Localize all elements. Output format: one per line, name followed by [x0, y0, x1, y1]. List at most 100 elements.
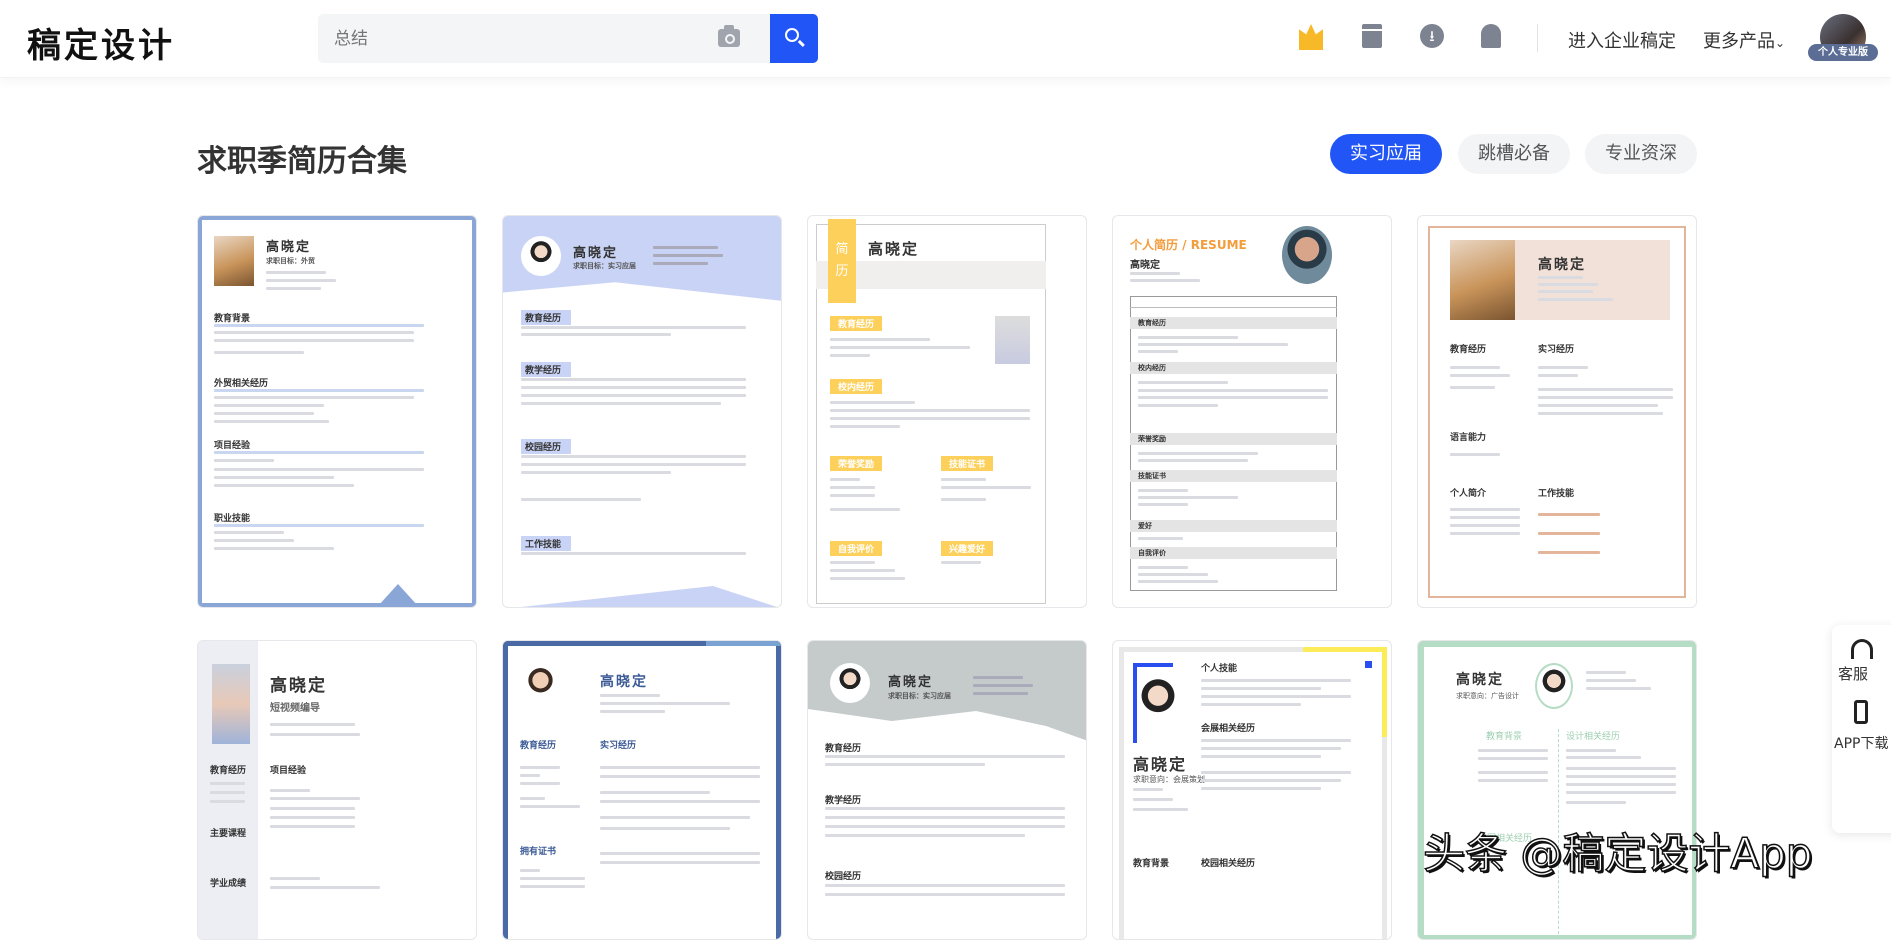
text-line-placeholder — [1138, 336, 1238, 339]
resume-photo — [1535, 663, 1573, 709]
text-line-placeholder — [520, 877, 585, 880]
text-line-placeholder — [1133, 808, 1188, 811]
text-line-placeholder — [521, 326, 746, 329]
vip-crown-icon[interactable] — [1299, 24, 1323, 50]
text-line-placeholder — [830, 354, 870, 357]
text-line-placeholder — [1538, 396, 1673, 399]
section-heading: 校内经历 — [1130, 362, 1337, 374]
text-line-placeholder — [1586, 687, 1651, 690]
tab-job-change[interactable]: 跳槽必备 — [1458, 134, 1570, 174]
text-line-placeholder — [1201, 695, 1351, 698]
text-line-placeholder — [1538, 513, 1600, 516]
text-line-placeholder — [825, 807, 1065, 810]
camera-icon[interactable] — [718, 25, 740, 47]
app-download-button[interactable]: APP下载 — [1832, 695, 1891, 765]
text-line-placeholder — [1566, 749, 1616, 752]
resume-name: 高晓定 — [270, 676, 327, 696]
text-line-placeholder — [521, 498, 641, 501]
resume-subtitle: 求职意向：广告设计 — [1456, 692, 1519, 700]
resume-template-card[interactable]: 简历 高晓定 教育经历 校内经历 荣誉奖励 技能证书 自我评价 兴趣爱好 — [807, 215, 1087, 608]
footer-band — [503, 586, 781, 607]
tab-internship[interactable]: 实习应届 — [1330, 134, 1442, 174]
text-line-placeholder — [1538, 366, 1588, 369]
text-line-placeholder — [830, 417, 1030, 420]
more-products-label: 更多产品 — [1703, 31, 1775, 52]
text-line-placeholder — [830, 409, 1030, 412]
text-line-placeholder — [1450, 532, 1520, 535]
section-heading: 教育经历 — [520, 741, 557, 751]
resume-template-card[interactable]: 高晓定 求职意向：会展策划 个人技能 会展相关经历 教育背景 校园相关经历 — [1112, 640, 1392, 940]
resume-template-card[interactable]: 高晓定 求职目标：实习应届 教育经历 教学经历 校园经历 工作技能 — [502, 215, 782, 608]
text-line-placeholder — [520, 805, 580, 808]
resume-name: 高晓定 — [1130, 260, 1160, 271]
text-line-placeholder — [214, 396, 414, 399]
text-line-placeholder — [214, 339, 414, 342]
text-line-placeholder — [830, 569, 895, 572]
text-line-placeholder — [1538, 388, 1673, 391]
text-line-placeholder — [1138, 503, 1188, 506]
enterprise-link[interactable]: 进入企业稿定 — [1568, 27, 1676, 53]
customer-service-button[interactable]: 客服 — [1832, 625, 1891, 695]
logo[interactable]: 稿定设计 — [27, 18, 175, 67]
text-line-placeholder — [830, 508, 900, 511]
gift-icon[interactable] — [1361, 24, 1383, 48]
search-icon — [785, 28, 799, 42]
text-line-placeholder — [214, 524, 424, 527]
resume-template-card[interactable]: 高晓定 求职意向：广告设计 教育背景 设计相关经历 校园相关经历 — [1417, 640, 1697, 940]
section-heading: 自我评价 — [1130, 547, 1337, 559]
download-icon[interactable]: ⭳ — [1420, 24, 1444, 48]
section-heading: 校园经历 — [825, 872, 862, 882]
text-line-placeholder — [600, 710, 665, 713]
text-line-placeholder — [830, 346, 970, 349]
text-line-placeholder — [520, 797, 545, 800]
text-line-placeholder — [600, 694, 660, 697]
text-line-placeholder — [520, 774, 540, 777]
section-heading: 个人技能 — [1201, 664, 1238, 674]
text-line-placeholder — [1138, 496, 1238, 499]
resume-template-card[interactable]: 高晓定 求职目标：外贸 教育背景 外贸相关经历 项目经验 职业技能 — [197, 215, 477, 608]
section-heading: 技能证书 — [941, 456, 994, 471]
section-heading: 校园相关经历 — [1201, 859, 1256, 869]
text-line-placeholder — [830, 577, 905, 580]
resume-template-card[interactable]: 高晓定 求职目标：实习应届 教育经历 教学经历 校园经历 — [807, 640, 1087, 940]
text-line-placeholder — [1538, 276, 1583, 279]
text-line-placeholder — [1130, 272, 1180, 275]
text-line-placeholder — [825, 834, 1025, 837]
section-heading: 主要课程 — [210, 829, 247, 839]
resume-photo — [1282, 226, 1332, 284]
text-line-placeholder — [1538, 290, 1593, 293]
text-line-placeholder — [1201, 755, 1321, 758]
text-line-placeholder — [1138, 381, 1228, 384]
text-line-placeholder — [270, 723, 355, 726]
text-line-placeholder — [1130, 279, 1200, 282]
tab-senior[interactable]: 专业资深 — [1585, 134, 1697, 174]
top-nav: 稿定设计 ⭳ 进入企业稿定 更多产品⌄ 个人专业版 — [0, 0, 1891, 78]
bell-icon[interactable] — [1481, 24, 1501, 48]
text-line-placeholder — [600, 800, 760, 803]
text-line-placeholder — [1566, 775, 1676, 778]
search-button[interactable] — [770, 14, 818, 63]
section-heading: 项目经验 — [270, 766, 307, 776]
resume-template-card[interactable]: 个人简历 / RESUME 高晓定 教育经历 校内经历 荣誉奖励 技能证书 爱好… — [1112, 215, 1392, 608]
text-line-placeholder — [270, 733, 360, 736]
text-line-placeholder — [210, 782, 245, 785]
text-line-placeholder — [830, 478, 860, 481]
search-input[interactable] — [334, 14, 714, 63]
resume-photo — [214, 236, 254, 286]
text-line-placeholder — [1566, 756, 1641, 759]
text-line-placeholder — [1138, 573, 1208, 576]
text-line-placeholder — [1138, 537, 1183, 540]
text-line-placeholder — [1586, 671, 1626, 674]
resume-template-card[interactable]: 高晓定 教育经历 实习经历 拥有证书 — [502, 640, 782, 940]
section-heading: 会展相关经历 — [1201, 724, 1256, 734]
text-line-placeholder — [214, 324, 424, 327]
resume-template-card[interactable]: 高晓定 教育经历 实习经历 语言能力 个人简介 工作技能 — [1417, 215, 1697, 608]
resume-template-card[interactable]: 高晓定 短视频编导 教育经历 主要课程 学业成绩 项目经验 — [197, 640, 477, 940]
watermark: 头条 @稿定设计App — [1422, 828, 1813, 879]
section-heading: 设计相关经历 — [1566, 732, 1621, 742]
resume-name: 高晓定 — [1456, 672, 1504, 688]
text-line-placeholder — [1201, 787, 1321, 790]
text-line-placeholder — [214, 389, 424, 392]
text-line-placeholder — [825, 825, 1065, 828]
more-products-menu[interactable]: 更多产品⌄ — [1703, 27, 1785, 53]
